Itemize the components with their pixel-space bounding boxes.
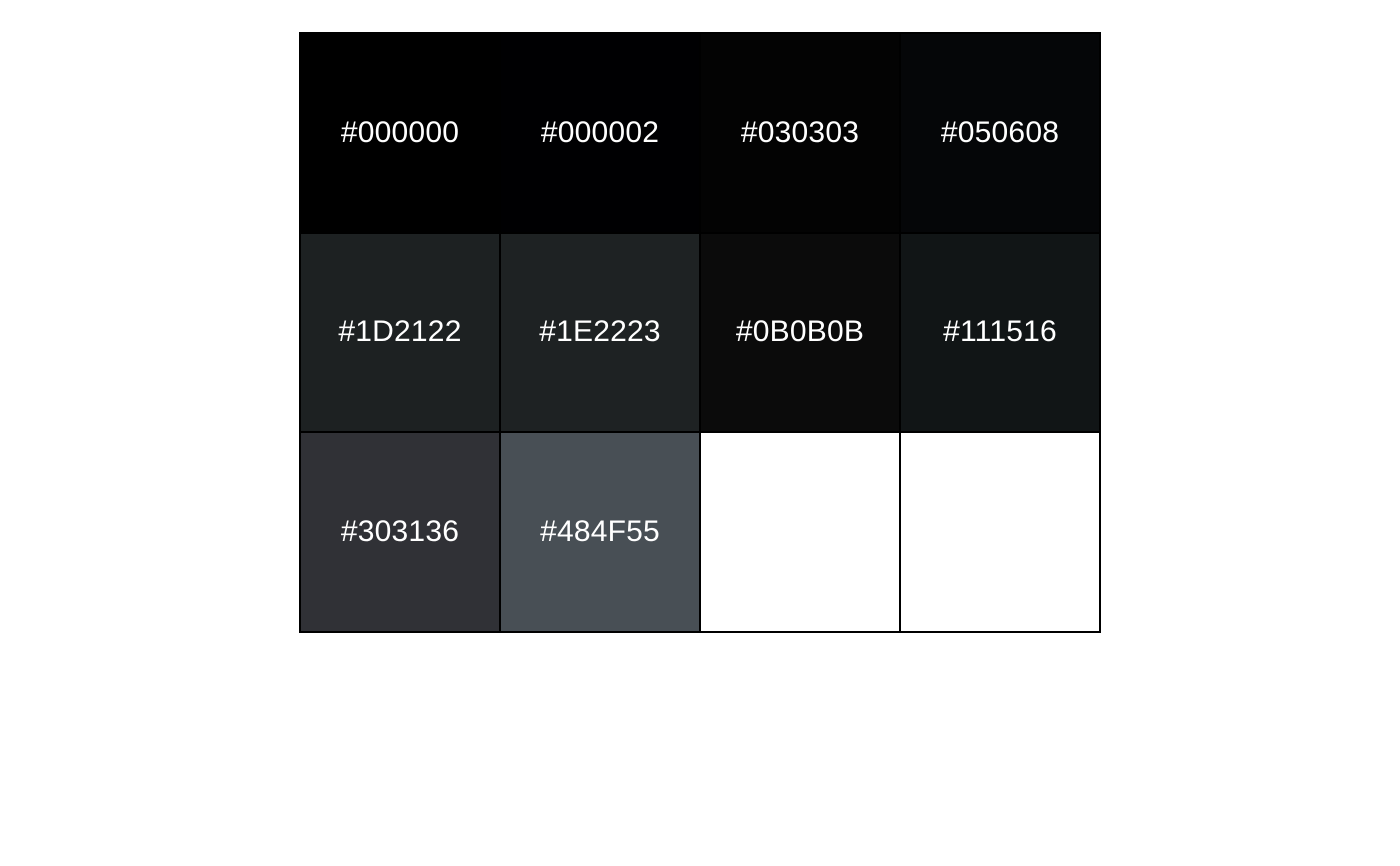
swatch-hex-label: #303136 bbox=[340, 515, 460, 549]
color-swatch: #000002 bbox=[501, 34, 701, 234]
color-swatch-grid: #000000 #000002 #030303 #050608 #1D2122 … bbox=[299, 32, 1101, 633]
swatch-hex-label: #111516 bbox=[943, 315, 1057, 349]
swatch-hex-label: #000000 bbox=[340, 115, 460, 149]
swatch-hex-label: #030303 bbox=[740, 115, 860, 149]
color-swatch: #000000 bbox=[301, 34, 501, 234]
color-swatch: #303136 bbox=[301, 433, 501, 633]
color-swatch: #030303 bbox=[701, 34, 901, 234]
swatch-hex-label: #1E2223 bbox=[539, 315, 661, 349]
empty-swatch bbox=[701, 433, 901, 633]
color-swatch: #484F55 bbox=[501, 433, 701, 633]
color-swatch: #111516 bbox=[901, 233, 1101, 434]
color-swatch: #1D2122 bbox=[301, 233, 501, 434]
color-swatch: #050608 bbox=[901, 34, 1101, 234]
swatch-hex-label: #050608 bbox=[940, 115, 1060, 149]
color-swatch: #0B0B0B bbox=[701, 233, 901, 434]
empty-swatch bbox=[901, 433, 1101, 633]
color-swatch: #1E2223 bbox=[501, 233, 701, 434]
swatch-hex-label: #000002 bbox=[540, 115, 660, 149]
swatch-hex-label: #0B0B0B bbox=[735, 315, 865, 349]
swatch-hex-label: #1D2122 bbox=[338, 315, 462, 349]
swatch-hex-label: #484F55 bbox=[540, 515, 660, 549]
